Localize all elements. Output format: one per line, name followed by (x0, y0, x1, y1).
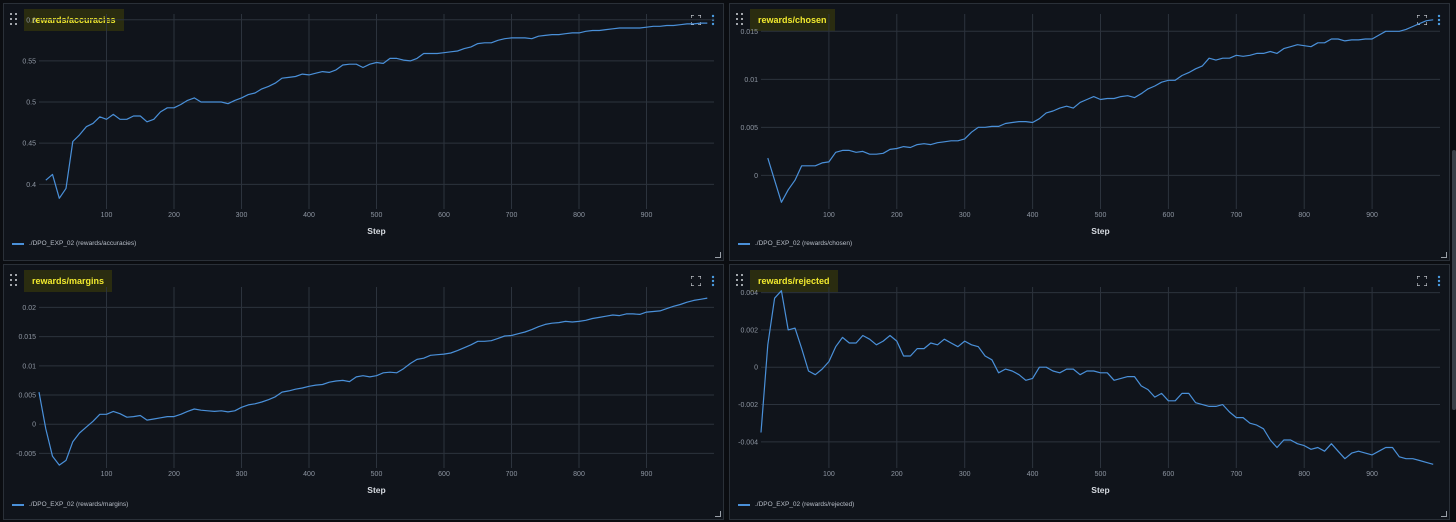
x-tick-label: 800 (573, 212, 585, 219)
series-line[interactable] (38, 297, 708, 466)
x-axis-label: Step (1091, 485, 1109, 495)
panel-rewards-margins: rewards/margins 100 200 300 400 500 600 700 800… (3, 264, 724, 520)
legend-swatch (738, 503, 750, 506)
legend-label: ./DPO_EXP_02 (rewards/accuracies) (29, 240, 137, 247)
x-tick-label: 600 (1163, 212, 1175, 219)
legend-label: ./DPO_EXP_02 (rewards/rejected) (755, 501, 855, 508)
x-tick-label: 100 (101, 471, 113, 478)
x-tick-label: 200 (168, 471, 180, 478)
legend-item[interactable]: ./DPO_EXP_02 (rewards/chosen) (738, 240, 852, 247)
x-tick-label: 400 (1027, 471, 1039, 478)
x-tick-label: 600 (1163, 471, 1175, 478)
page-scrollbar[interactable] (1451, 0, 1456, 522)
legend-label: ./DPO_EXP_02 (rewards/margins) (29, 501, 129, 508)
x-tick-label: 600 (438, 212, 450, 219)
x-tick-label: 500 (1095, 471, 1107, 478)
resize-handle[interactable] (1441, 252, 1447, 258)
x-tick-label: 500 (371, 212, 383, 219)
x-tick-label: 100 (823, 212, 835, 219)
y-tick-label: 0 (754, 365, 758, 372)
x-tick-label: 200 (168, 212, 180, 219)
y-tick-label: 0.6 (26, 17, 36, 24)
x-axis-label: Step (1091, 226, 1109, 236)
x-tick-label: 900 (641, 212, 653, 219)
x-tick-label: 200 (891, 471, 903, 478)
y-tick-label: 0.005 (740, 125, 758, 132)
scrollbar-thumb[interactable] (1452, 150, 1456, 410)
y-tick-label: 0.5 (26, 100, 36, 107)
x-axis-label: Step (367, 226, 385, 236)
y-tick-label: 0.02 (22, 305, 36, 312)
y-tick-label: 0.005 (18, 393, 36, 400)
x-tick-label: 700 (506, 471, 518, 478)
x-tick-label: 700 (1230, 471, 1242, 478)
x-tick-label: 900 (1366, 471, 1378, 478)
resize-handle[interactable] (715, 252, 721, 258)
x-tick-label: 500 (371, 471, 383, 478)
x-tick-label: 900 (641, 471, 653, 478)
x-tick-label: 400 (303, 471, 315, 478)
y-tick-label: 0.004 (740, 290, 758, 297)
legend-swatch (12, 242, 24, 245)
chart-rewards-accuracies: 100 200 300 400 500 600 700 800 900 0.4 0.45 0.5 0.5… (22, 14, 714, 236)
legend-item[interactable]: ./DPO_EXP_02 (rewards/accuracies) (12, 240, 136, 247)
chart-rewards-chosen: 100 200 300 400 500 600 700 800 900 0 0.005 0.01 0.0… (740, 14, 1440, 236)
x-tick-label: 500 (1095, 212, 1107, 219)
x-tick-label: 400 (1027, 212, 1039, 219)
y-tick-label: 0 (32, 422, 36, 429)
legend-item[interactable]: ./DPO_EXP_02 (rewards/rejected) (738, 501, 854, 508)
y-tick-label: 0.4 (26, 182, 36, 189)
y-tick-label: -0.004 (738, 439, 758, 446)
x-tick-label: 800 (1298, 471, 1310, 478)
resize-handle[interactable] (715, 511, 721, 517)
series-line[interactable] (760, 290, 1434, 465)
x-tick-label: 300 (236, 471, 248, 478)
x-tick-label: 600 (438, 471, 450, 478)
x-tick-label: 800 (1298, 212, 1310, 219)
y-tick-label: -0.005 (16, 451, 36, 458)
y-tick-label: 0 (754, 173, 758, 180)
x-tick-label: 700 (1230, 212, 1242, 219)
panel-rewards-rejected: rewards/rejected 100 200 300 400 500 600 700 80… (729, 264, 1450, 520)
y-tick-label: -0.002 (738, 402, 758, 409)
chart-rewards-rejected: 100 200 300 400 500 600 700 800 900 -0.004 -0.002 0… (738, 287, 1440, 495)
y-tick-label: 0.015 (740, 29, 758, 36)
chart-rewards-margins: 100 200 300 400 500 600 700 800 900 -0.005 0 0.005 0… (16, 287, 714, 495)
panel-rewards-chosen: rewards/chosen 100 200 300 400 500 600 700 800 9… (729, 3, 1450, 261)
x-tick-label: 300 (236, 212, 248, 219)
x-tick-label: 900 (1366, 212, 1378, 219)
y-tick-label: 0.45 (22, 141, 36, 148)
panel-rewards-accuracies: rewards/accuracies 100 200 300 400 500 600 700… (3, 3, 724, 261)
legend-item[interactable]: ./DPO_EXP_02 (rewards/margins) (12, 501, 128, 508)
y-tick-label: 0.01 (22, 363, 36, 370)
x-tick-label: 700 (506, 212, 518, 219)
y-tick-label: 0.55 (22, 58, 36, 65)
legend-swatch (12, 503, 24, 506)
resize-handle[interactable] (1441, 511, 1447, 517)
legend-swatch (738, 242, 750, 245)
x-tick-label: 400 (303, 212, 315, 219)
x-axis-label: Step (367, 485, 385, 495)
x-tick-label: 300 (959, 212, 971, 219)
y-tick-label: 0.002 (740, 327, 758, 334)
y-tick-label: 0.01 (744, 77, 758, 84)
x-tick-label: 100 (101, 212, 113, 219)
x-tick-label: 200 (891, 212, 903, 219)
x-tick-label: 800 (573, 471, 585, 478)
legend-label: ./DPO_EXP_02 (rewards/chosen) (755, 240, 853, 247)
y-tick-label: 0.015 (18, 334, 36, 341)
x-tick-label: 100 (823, 471, 835, 478)
x-tick-label: 300 (959, 471, 971, 478)
